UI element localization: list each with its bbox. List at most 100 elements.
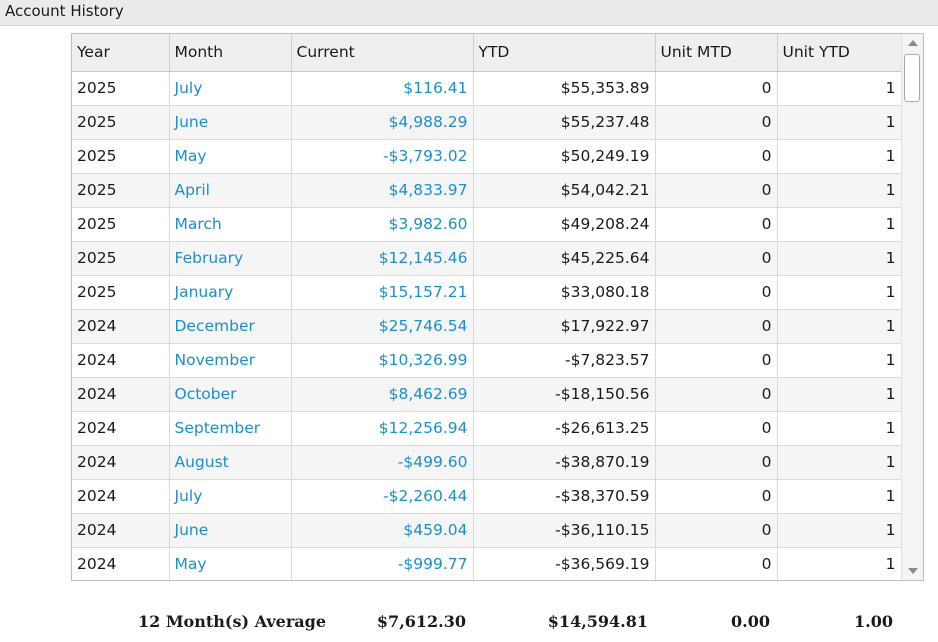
cell-unit-ytd: 1: [777, 173, 902, 208]
cell-unit-ytd: 1: [777, 207, 902, 242]
cell-year: 2025: [72, 241, 170, 276]
cell-unit-ytd: 1: [777, 241, 902, 276]
cell-unit-ytd: 1: [777, 547, 902, 580]
cell-unit-mtd: 0: [655, 411, 778, 446]
cell-current-link[interactable]: $12,256.94: [291, 411, 474, 446]
cell-ytd: $17,922.97: [473, 309, 656, 344]
window-title: Account History: [5, 2, 124, 20]
summary-unit-ytd-average: 1.00: [854, 612, 893, 631]
account-history-grid: Year Month Current YTD Unit MTD Unit YTD…: [71, 33, 924, 581]
summary-label: 12 Month(s) Average: [138, 612, 326, 631]
cell-current-link[interactable]: $25,746.54: [291, 309, 474, 344]
column-header-current[interactable]: Current: [291, 34, 474, 72]
table-row[interactable]: 2024 June $459.04 -$36,110.15 0 1: [72, 513, 902, 548]
cell-unit-mtd: 0: [655, 445, 778, 480]
cell-year: 2024: [72, 479, 170, 514]
cell-unit-mtd: 0: [655, 547, 778, 580]
cell-month-link[interactable]: January: [169, 275, 292, 310]
cell-current-link[interactable]: -$999.77: [291, 547, 474, 580]
cell-ytd: -$36,569.19: [473, 547, 656, 580]
cell-month-link[interactable]: July: [169, 71, 292, 106]
cell-current-link[interactable]: $8,462.69: [291, 377, 474, 412]
column-header-ytd[interactable]: YTD: [473, 34, 656, 72]
cell-year: 2025: [72, 105, 170, 140]
table-row[interactable]: 2024 September $12,256.94 -$26,613.25 0 1: [72, 411, 902, 446]
cell-unit-ytd: 1: [777, 275, 902, 310]
cell-current-link[interactable]: $116.41: [291, 71, 474, 106]
cell-unit-ytd: 1: [777, 343, 902, 378]
cell-ytd: -$18,150.56: [473, 377, 656, 412]
table-row[interactable]: 2024 August -$499.60 -$38,870.19 0 1: [72, 445, 902, 480]
window-title-bar: Account History: [0, 0, 938, 26]
summary-current-average: $7,612.30: [376, 612, 466, 631]
cell-current-link[interactable]: $12,145.46: [291, 241, 474, 276]
cell-unit-mtd: 0: [655, 377, 778, 412]
cell-month-link[interactable]: August: [169, 445, 292, 480]
table-row[interactable]: 2024 November $10,326.99 -$7,823.57 0 1: [72, 343, 902, 378]
cell-month-link[interactable]: October: [169, 377, 292, 412]
column-header-month[interactable]: Month: [169, 34, 292, 72]
cell-current-link[interactable]: $3,982.60: [291, 207, 474, 242]
cell-year: 2025: [72, 139, 170, 174]
cell-year: 2024: [72, 445, 170, 480]
cell-month-link[interactable]: May: [169, 139, 292, 174]
cell-month-link[interactable]: April: [169, 173, 292, 208]
cell-current-link[interactable]: $10,326.99: [291, 343, 474, 378]
cell-unit-ytd: 1: [777, 71, 902, 106]
table-row[interactable]: 2025 May -$3,793.02 $50,249.19 0 1: [72, 139, 902, 174]
cell-unit-mtd: 0: [655, 105, 778, 140]
cell-year: 2024: [72, 513, 170, 548]
cell-current-link[interactable]: $4,988.29: [291, 105, 474, 140]
table-body: 2025 July $116.41 $55,353.89 0 1 2025 June $4,98…: [72, 71, 902, 580]
cell-unit-mtd: 0: [655, 241, 778, 276]
cell-month-link[interactable]: February: [169, 241, 292, 276]
cell-current-link[interactable]: -$3,793.02: [291, 139, 474, 174]
table-row[interactable]: 2025 March $3,982.60 $49,208.24 0 1: [72, 207, 902, 242]
cell-month-link[interactable]: June: [169, 513, 292, 548]
column-header-unit-ytd[interactable]: Unit YTD: [777, 34, 902, 72]
table-row[interactable]: 2025 February $12,145.46 $45,225.64 0 1: [72, 241, 902, 276]
cell-ytd: $49,208.24: [473, 207, 656, 242]
cell-current-link[interactable]: $15,157.21: [291, 275, 474, 310]
cell-month-link[interactable]: September: [169, 411, 292, 446]
cell-current-link[interactable]: $4,833.97: [291, 173, 474, 208]
triangle-down-icon: [907, 568, 918, 574]
table-row[interactable]: 2024 December $25,746.54 $17,922.97 0 1: [72, 309, 902, 344]
table-row[interactable]: 2024 October $8,462.69 -$18,150.56 0 1: [72, 377, 902, 412]
scroll-thumb[interactable]: [904, 54, 920, 102]
cell-unit-ytd: 1: [777, 479, 902, 514]
cell-month-link[interactable]: November: [169, 343, 292, 378]
cell-year: 2025: [72, 71, 170, 106]
vertical-scrollbar[interactable]: [901, 34, 923, 580]
cell-month-link[interactable]: December: [169, 309, 292, 344]
table-header-row: Year Month Current YTD Unit MTD Unit YTD: [72, 34, 902, 72]
cell-unit-mtd: 0: [655, 173, 778, 208]
cell-ytd: -$7,823.57: [473, 343, 656, 378]
column-header-year[interactable]: Year: [72, 34, 170, 72]
cell-current-link[interactable]: -$2,260.44: [291, 479, 474, 514]
cell-year: 2024: [72, 547, 170, 580]
cell-month-link[interactable]: March: [169, 207, 292, 242]
cell-ytd: $54,042.21: [473, 173, 656, 208]
cell-unit-mtd: 0: [655, 275, 778, 310]
table-row[interactable]: 2024 May -$999.77 -$36,569.19 0 1: [72, 547, 902, 580]
table-row[interactable]: 2025 April $4,833.97 $54,042.21 0 1: [72, 173, 902, 208]
table-row[interactable]: 2025 June $4,988.29 $55,237.48 0 1: [72, 105, 902, 140]
column-header-unit-mtd[interactable]: Unit MTD: [655, 34, 778, 72]
cell-month-link[interactable]: June: [169, 105, 292, 140]
table-row[interactable]: 2025 July $116.41 $55,353.89 0 1: [72, 71, 902, 106]
table-row[interactable]: 2025 January $15,157.21 $33,080.18 0 1: [72, 275, 902, 310]
scroll-down-button[interactable]: [902, 562, 923, 580]
triangle-up-icon: [907, 40, 918, 46]
cell-year: 2024: [72, 377, 170, 412]
cell-unit-mtd: 0: [655, 71, 778, 106]
cell-current-link[interactable]: -$499.60: [291, 445, 474, 480]
scroll-up-button[interactable]: [902, 34, 923, 52]
cell-unit-mtd: 0: [655, 479, 778, 514]
cell-month-link[interactable]: May: [169, 547, 292, 580]
table-row[interactable]: 2024 July -$2,260.44 -$38,370.59 0 1: [72, 479, 902, 514]
cell-month-link[interactable]: July: [169, 479, 292, 514]
cell-current-link[interactable]: $459.04: [291, 513, 474, 548]
cell-ytd: $45,225.64: [473, 241, 656, 276]
cell-year: 2024: [72, 411, 170, 446]
